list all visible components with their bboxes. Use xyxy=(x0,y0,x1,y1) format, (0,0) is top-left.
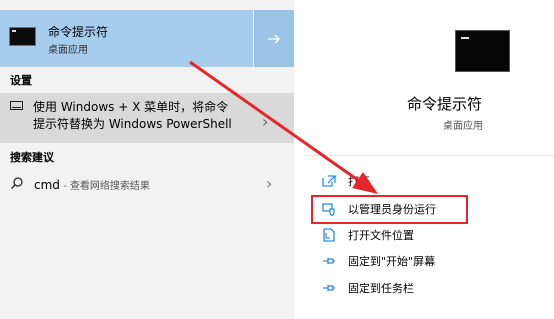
annotation-arrow xyxy=(189,60,378,194)
